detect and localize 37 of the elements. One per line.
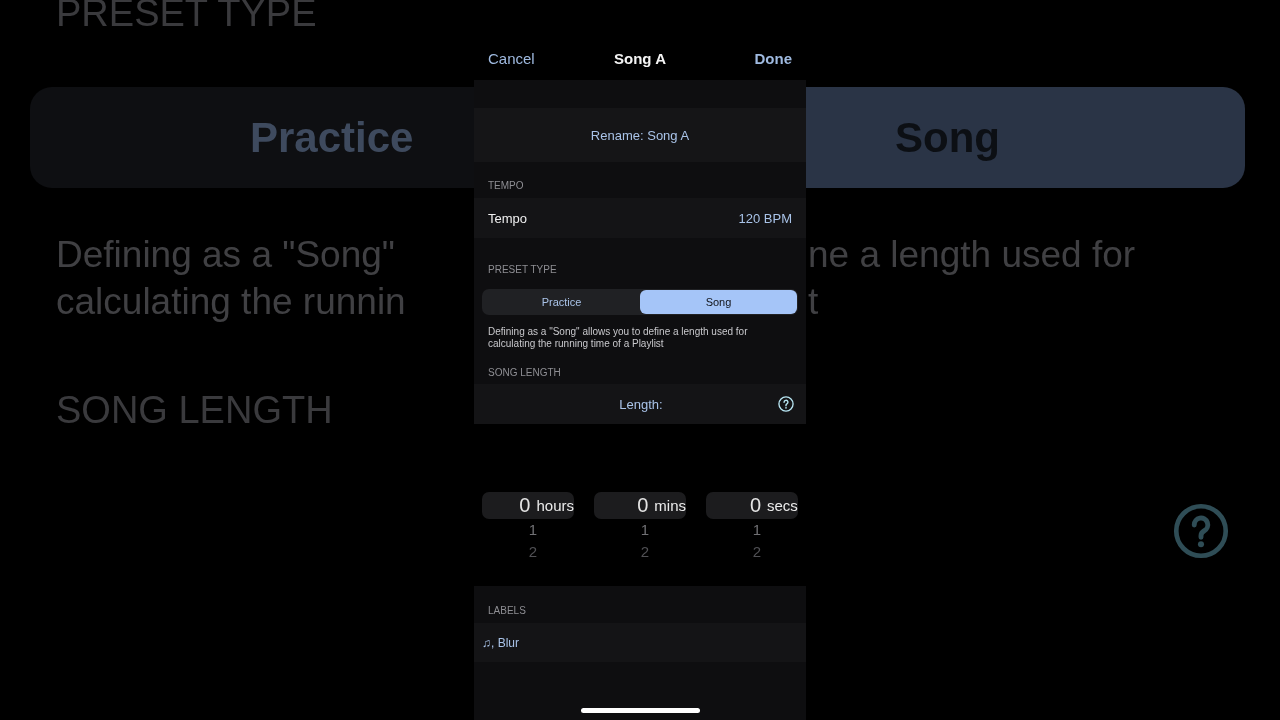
- section-header: SONG LENGTH: [487, 366, 562, 380]
- picker-selection-band[interactable]: [594, 492, 686, 519]
- segment-tab[interactable]: Song: [640, 290, 797, 314]
- section-header: TEMPO: [487, 179, 525, 193]
- section-header: LABELS: [487, 604, 527, 618]
- picker-selection-band[interactable]: [482, 492, 574, 519]
- picker-unit: secs: [767, 497, 798, 514]
- picker-value[interactable]: 0: [749, 494, 761, 517]
- picker-value[interactable]: 0: [519, 494, 531, 517]
- picker-option[interactable]: 1: [752, 521, 761, 539]
- nav-title: Song A: [614, 49, 666, 69]
- backdrop-section-header: PRESET TYPE: [56, 0, 317, 36]
- row-label: Length:: [619, 396, 663, 412]
- section-header: PRESET TYPE: [487, 263, 558, 277]
- picker-selection-band[interactable]: [706, 492, 798, 519]
- picker-option[interactable]: 1: [528, 521, 537, 539]
- picker-option[interactable]: 1: [640, 521, 649, 539]
- tempo-row[interactable]: Tempo 120 BPM: [474, 198, 806, 238]
- help-icon[interactable]: [778, 396, 794, 412]
- backdrop-section-header: SONG LENGTH: [56, 388, 333, 433]
- cancel-button[interactable]: Cancel: [488, 49, 535, 69]
- done-button[interactable]: Done: [754, 49, 792, 69]
- length-row[interactable]: Length:: [474, 384, 806, 424]
- picker-unit: hours: [536, 497, 574, 514]
- help-icon: [1173, 503, 1229, 559]
- labels-value: ♫, Blur: [482, 635, 519, 650]
- backdrop-description: Defining as a "Song" calculating the runnin: [56, 233, 406, 324]
- labels-row[interactable]: ♫, Blur: [474, 623, 806, 662]
- backdrop-segment: Practice: [30, 87, 474, 188]
- rename-button[interactable]: Rename: Song A: [474, 108, 806, 162]
- picker-unit: mins: [654, 497, 686, 514]
- section-footer: Defining as a "Song" allows you to define a length used for calculating the running time of a Playlist: [474, 315, 806, 350]
- picker-value[interactable]: 0: [637, 494, 649, 517]
- row-label: Tempo: [488, 210, 528, 226]
- backdrop-description: ne a length used for t: [808, 233, 1136, 324]
- row-value: 120 BPM: [738, 210, 792, 226]
- segment-tab[interactable]: Practice: [483, 290, 640, 314]
